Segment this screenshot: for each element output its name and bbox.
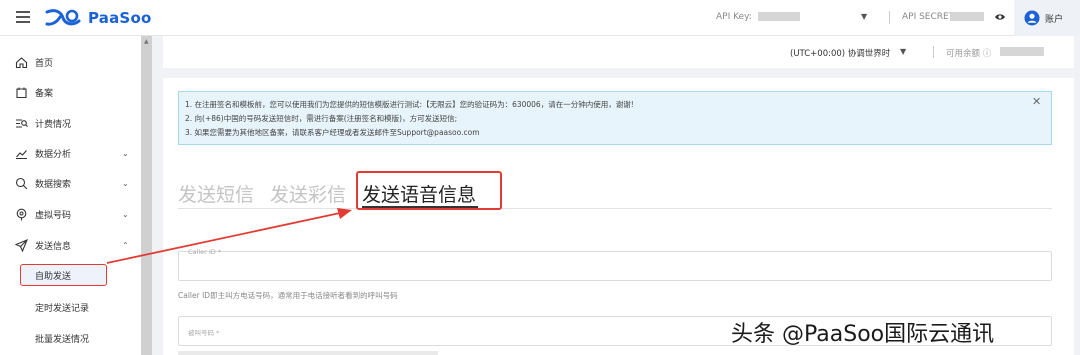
account-label: 账户	[1045, 14, 1064, 25]
chevron-down-icon: ⌄	[122, 148, 129, 158]
caller-id-label: Caller ID *	[188, 248, 222, 256]
notice-line: 1. 在注册签名和模板前，您可以使用我们为您提供的短信模版进行测试:【无限云】您…	[185, 100, 634, 109]
sidebar-subitem-self-send[interactable]: 自助发送	[0, 264, 141, 286]
sidebar-subitem-label: 定时发送记录	[35, 303, 90, 314]
sidebar-item-label: 发送信息	[35, 241, 72, 252]
brand-name: PaaSoo	[88, 9, 152, 27]
sidebar-item-label: 虚拟号码	[35, 210, 72, 221]
chevron-down-icon: ⌄	[122, 178, 129, 188]
sidebar-item-label: 数据搜索	[35, 179, 72, 190]
sidebar-item-virtual-number[interactable]: 虚拟号码 ⌄	[0, 203, 141, 225]
sidebar-item-label: 计费情况	[35, 119, 72, 130]
sidebar-item-billing[interactable]: 计费情况	[0, 112, 141, 134]
tab-send-sms[interactable]: 发送短信	[178, 180, 254, 207]
sidebar-scrollbar[interactable]	[141, 36, 152, 355]
search-icon	[15, 177, 28, 189]
subheader-bar	[163, 36, 1074, 68]
caller-id-hint: Caller ID即主叫方电话号码，通常用于电话接听者看到的呼叫号码	[178, 291, 398, 300]
top-bar: PaaSoo API Key: ▼ API SECRET 账户	[0, 0, 1080, 36]
eye-icon[interactable]	[994, 11, 1006, 23]
tab-divider	[178, 208, 1052, 209]
send-icon	[15, 238, 28, 252]
filing-icon	[16, 87, 27, 98]
user-avatar-icon	[1024, 10, 1040, 26]
paasoo-logo-icon	[45, 9, 81, 26]
sidebar-subitem-label: 批量发送情况	[35, 334, 90, 345]
sidebar-subitem-scheduled-records[interactable]: 定时发送记录	[0, 296, 141, 318]
tab-send-mms[interactable]: 发送彩信	[270, 180, 346, 207]
chevron-up-icon: ⌃	[122, 240, 129, 250]
api-key-value	[758, 12, 800, 21]
balance-value	[1000, 47, 1044, 56]
close-icon[interactable]: ✕	[1032, 95, 1041, 108]
sidebar-item-home[interactable]: 首页	[0, 51, 141, 73]
sidebar-item-label: 数据分析	[35, 149, 72, 160]
sidebar-subitem-label: 自助发送	[35, 271, 72, 282]
divider	[889, 11, 890, 24]
sidebar-item-label: 首页	[35, 58, 54, 69]
api-secret-value	[950, 12, 984, 21]
help-icon[interactable]: ⓘ	[983, 49, 992, 59]
api-secret-label: API SECRET	[902, 12, 955, 22]
scroll-up-icon[interactable]: ▲	[144, 38, 149, 45]
divider	[933, 46, 934, 58]
sidebar-item-label: 备案	[35, 88, 54, 99]
account-menu[interactable]: 账户	[1014, 0, 1080, 36]
api-key-dropdown-icon[interactable]: ▼	[861, 12, 867, 21]
cropped-text	[178, 351, 438, 355]
caller-id-input[interactable]	[178, 251, 1052, 281]
billing-icon	[16, 118, 28, 128]
timezone-select[interactable]: (UTC+00:00) 协调世界时	[790, 47, 890, 59]
balance-label-text: 可用余额	[946, 49, 981, 59]
sidebar-item-filing[interactable]: 备案	[0, 81, 141, 103]
chart-icon	[16, 149, 27, 159]
menu-icon[interactable]	[16, 11, 30, 23]
timezone-dropdown-icon[interactable]: ▼	[900, 47, 906, 56]
watermark: 头条 @PaaSoo国际云通讯	[731, 322, 995, 347]
sidebar-item-data-search[interactable]: 数据搜索 ⌄	[0, 172, 141, 194]
highlight-box	[356, 171, 502, 210]
notice-line: 3. 如果您需要为其他地区备案，请联系客户经理或者发送邮件至Support@pa…	[185, 128, 480, 137]
chevron-down-icon: ⌄	[122, 209, 129, 219]
notice-line: 2. 向(+86)中国的号码发送短信时，需进行备案(注册签名和模版)，方可发送短…	[185, 114, 458, 123]
location-icon	[16, 208, 27, 220]
sidebar-item-analytics[interactable]: 数据分析 ⌄	[0, 142, 141, 164]
sidebar-item-send-message[interactable]: 发送信息 ⌃	[0, 234, 141, 256]
api-key-label: API Key:	[716, 12, 752, 22]
callee-number-label: 被叫号码 *	[188, 329, 220, 337]
content-gutter	[152, 36, 163, 355]
logo[interactable]: PaaSoo	[44, 7, 151, 29]
sidebar-subitem-bulk-status[interactable]: 批量发送情况	[0, 327, 141, 349]
home-icon	[15, 56, 28, 68]
balance-label: 可用余额 ⓘ	[946, 47, 991, 59]
